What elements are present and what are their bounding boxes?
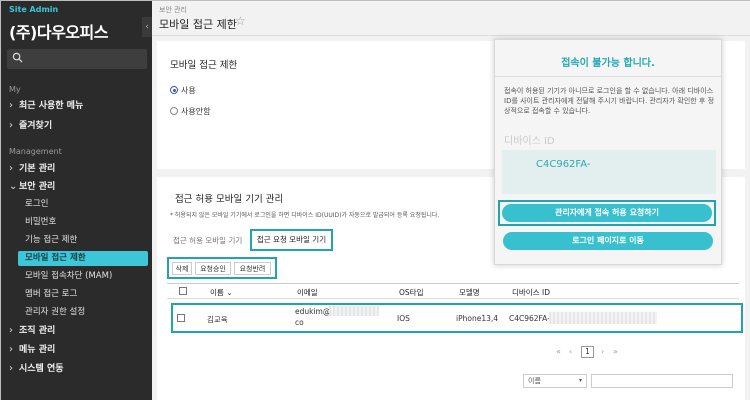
sidebar-item-favorites[interactable]: › 즐겨찾기 bbox=[9, 118, 52, 134]
radio-label: 사용 bbox=[181, 86, 196, 95]
section-label-my: My bbox=[9, 85, 21, 94]
delete-button[interactable]: 삭제 bbox=[172, 262, 192, 275]
organization-name: (주)다우오피스 bbox=[9, 23, 108, 42]
cell-model: iPhone13,4 bbox=[456, 314, 499, 323]
sidebar-item-label: 최근 사용한 메뉴 bbox=[19, 101, 84, 111]
chevron-right-icon: › bbox=[9, 363, 13, 374]
column-label: 이름 bbox=[210, 288, 224, 297]
go-to-login-button[interactable]: 로그인 페이지로 이동 bbox=[503, 232, 713, 250]
chevron-down-icon: ⌄ bbox=[9, 181, 18, 192]
column-header-device-id[interactable]: 디바이스 ID bbox=[512, 287, 550, 298]
sidebar-item-label: 기본 관리 bbox=[19, 164, 56, 174]
sidebar-item-label: 메뉴 관리 bbox=[19, 345, 56, 355]
reject-request-button[interactable]: 요청반려 bbox=[234, 262, 271, 275]
chevron-right-icon: › bbox=[9, 325, 13, 336]
pager-prev-button[interactable]: ‹ bbox=[569, 347, 572, 356]
action-button-group: 삭제 요청승인 요청반려 bbox=[167, 257, 277, 279]
pager-next-button[interactable]: › bbox=[601, 347, 604, 356]
cell-name: 김교육 bbox=[207, 315, 228, 324]
table-header: 이름 ⌄ 이메일 OS타입 모델명 디바이스 ID bbox=[167, 283, 739, 299]
redacted-email-domain bbox=[329, 306, 379, 316]
favorite-star-icon[interactable]: ☆ bbox=[235, 14, 246, 28]
pager-last-button[interactable]: » bbox=[613, 347, 618, 356]
cell-os: IOS bbox=[397, 314, 410, 323]
column-header-name[interactable]: 이름 ⌄ bbox=[210, 287, 233, 298]
column-header-model[interactable]: 모델명 bbox=[459, 287, 480, 298]
sidebar-subitem-mam[interactable]: 모바일 접속차단 (MAM) bbox=[25, 269, 112, 284]
sidebar-item-label: 보안 관리 bbox=[19, 182, 56, 192]
sidebar-collapse-button[interactable]: ‹ bbox=[142, 17, 152, 37]
chevron-down-icon: ▾ bbox=[578, 377, 582, 384]
radio-selected-icon[interactable] bbox=[170, 86, 178, 94]
tab-requested-devices[interactable]: 접근 요청 모바일 기기 bbox=[250, 229, 333, 251]
request-button-highlight: 관리자에게 접속 허용 요청하기 bbox=[498, 200, 716, 226]
sidebar-item-menu-mgmt[interactable]: › 메뉴 관리 bbox=[9, 342, 55, 358]
device-id-value: C4C962FA- bbox=[536, 159, 591, 170]
sidebar-item-label: 조직 관리 bbox=[19, 326, 56, 336]
row-checkbox[interactable] bbox=[177, 314, 185, 322]
sidebar-item-system-link[interactable]: › 시스템 연동 bbox=[9, 361, 64, 377]
sidebar-item-label: 시스템 연동 bbox=[19, 364, 64, 374]
chevron-right-icon: › bbox=[9, 120, 13, 131]
cell-email-user: edukim@ bbox=[295, 307, 331, 316]
device-note: * 허용되지 않은 모바일 기기에서 로그인을 하면 디바이스 ID(UUID)… bbox=[170, 212, 440, 219]
restriction-heading: 모바일 접근 제한 bbox=[170, 60, 238, 71]
popup-divider bbox=[495, 76, 721, 77]
popup-title: 접속이 불가능 합니다. bbox=[561, 58, 655, 69]
search-field-select[interactable]: 이름 ▾ bbox=[523, 374, 587, 388]
column-header-os[interactable]: OS타입 bbox=[399, 287, 423, 298]
request-access-button[interactable]: 관리자에게 접속 허용 요청하기 bbox=[502, 204, 712, 222]
page-title: 모바일 접근 제한 bbox=[159, 18, 237, 31]
sidebar-subitem-login[interactable]: 로그인 bbox=[25, 197, 48, 212]
cell-email-tail: co bbox=[295, 318, 304, 327]
sidebar-subitem-member-log[interactable]: 멤버 접근 로그 bbox=[25, 287, 77, 302]
cell-device-id: C4C962FA- bbox=[509, 314, 550, 323]
sidebar-item-basic-mgmt[interactable]: › 기본 관리 bbox=[9, 161, 55, 177]
radio-option-unused[interactable]: 사용안함 bbox=[170, 106, 210, 118]
sidebar-item-recent-menu[interactable]: › 최근 사용한 메뉴 bbox=[9, 98, 83, 114]
chevron-right-icon: › bbox=[9, 100, 13, 111]
sidebar: Site Admin (주)다우오피스 ‹ My › 최근 사용한 메뉴 › 즐겨찾… bbox=[1, 1, 152, 400]
radio-label: 사용안함 bbox=[181, 107, 211, 116]
pager-first-button[interactable]: « bbox=[556, 347, 561, 356]
select-all-checkbox[interactable] bbox=[179, 287, 187, 295]
site-admin-label: Site Admin bbox=[9, 5, 59, 14]
sidebar-item-label: 즐겨찾기 bbox=[19, 121, 53, 131]
sidebar-subitem-mobile-restriction[interactable]: 모바일 접근 제한 bbox=[18, 251, 148, 266]
sidebar-item-org-mgmt[interactable]: › 조직 관리 bbox=[9, 323, 55, 339]
popup-message: 접속이 허용된 기기가 아니므로 로그인을 할 수 없습니다. 아래 디바이스 … bbox=[504, 87, 715, 115]
column-header-email[interactable]: 이메일 bbox=[297, 287, 318, 298]
select-value: 이름 bbox=[528, 377, 541, 385]
device-id-box: C4C962FA- bbox=[502, 150, 716, 194]
breadcrumb[interactable]: 보안 관리 bbox=[159, 5, 187, 15]
pager-current-page[interactable]: 1 bbox=[581, 346, 594, 358]
radio-unselected-icon[interactable] bbox=[170, 107, 178, 115]
access-denied-popup: 접속이 불가능 합니다. 접속이 허용된 기기가 아니므로 로그인을 할 수 없… bbox=[494, 39, 722, 265]
sort-chevron-icon: ⌄ bbox=[226, 288, 233, 297]
chevron-right-icon: › bbox=[9, 344, 13, 355]
section-label-management: Management bbox=[9, 147, 62, 156]
title-divider bbox=[152, 35, 750, 36]
sidebar-subitem-admin-permission[interactable]: 관리자 권한 설정 bbox=[25, 305, 85, 320]
approve-request-button[interactable]: 요청승인 bbox=[195, 262, 231, 275]
sidebar-subitem-feature-restriction[interactable]: 기능 접근 제한 bbox=[25, 233, 77, 248]
chevron-right-icon: › bbox=[9, 163, 13, 174]
radio-option-use[interactable]: 사용 bbox=[170, 85, 196, 97]
tab-allowed-devices[interactable]: 접근 허용 모바일 기기 bbox=[173, 235, 242, 246]
device-management-heading: 접근 허용 모바일 기기 관리 bbox=[175, 194, 284, 205]
table-row[interactable]: 김교육 edukim@ co IOS iPhone13,4 C4C962FA- bbox=[171, 303, 743, 333]
search-icon bbox=[12, 52, 23, 63]
sidebar-search-input[interactable] bbox=[7, 49, 147, 69]
sidebar-subitem-password[interactable]: 비밀번호 bbox=[25, 215, 56, 230]
device-id-label: 디바이스 ID bbox=[504, 136, 555, 147]
redacted-device-id bbox=[549, 312, 657, 324]
search-input[interactable] bbox=[591, 374, 733, 388]
sidebar-item-security-mgmt[interactable]: ⌄ 보안 관리 bbox=[9, 179, 55, 195]
